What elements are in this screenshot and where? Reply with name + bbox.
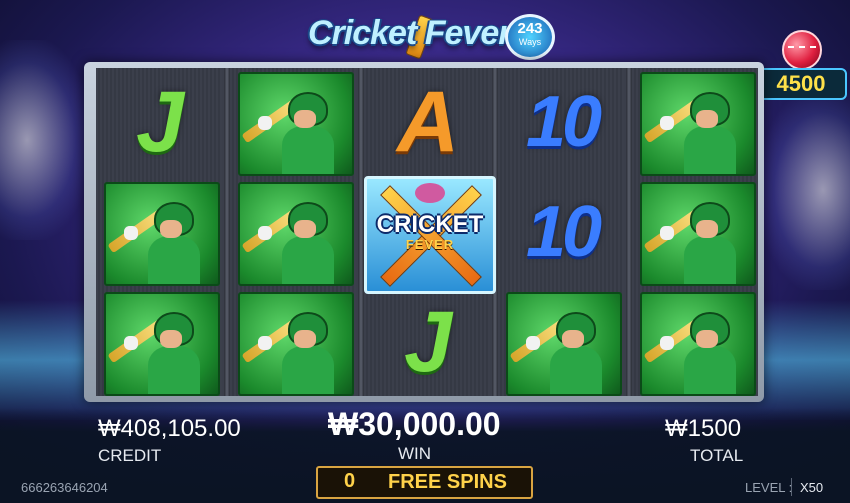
level-label: LEVEL : [745,480,793,495]
ball-counter-value: 4500 [755,68,847,100]
symbol-wild-cricket-fever: CRICKET FEVER [364,176,496,294]
total-bet-value[interactable]: ₩1500 [665,415,741,443]
wild-text-line1: CRICKET [376,211,484,238]
symbol-batsman [506,292,622,396]
wild-text-line2: FEVER [405,237,455,252]
credit-label: CREDIT [98,446,162,465]
symbol-10: 10 [525,82,602,162]
credit-value: ₩408,105.00 [98,415,241,442]
level-value: X50 [800,480,824,495]
symbol-batsman [640,292,756,396]
free-spins-count: 0 [344,470,356,492]
win-label: WIN [398,444,432,463]
game-title: Cricket Fever [308,14,511,52]
cricket-ball-icon [782,30,822,70]
game-logo: Cricket Fever 243 Ways [300,6,555,64]
symbol-a: A [396,73,460,170]
symbol-batsman [104,292,220,396]
free-spins-display: 0 FREE SPINS [316,466,533,499]
ball-counter: 4500 [755,30,847,102]
symbol-batsman [640,182,756,286]
stadium-light-left [0,40,90,240]
free-spins-label: FREE SPINS [388,471,507,493]
symbol-batsman [640,72,756,176]
symbol-10: 10 [525,192,602,272]
stadium-light-right [760,90,850,290]
ways-number: 243 [517,20,543,37]
session-id: 666263646204 [21,480,108,495]
reel-frame: J A CRICKET FEVER J 10 10 [84,62,764,402]
symbol-j: J [404,293,452,390]
symbol-j: J [136,73,184,170]
symbol-batsman [104,182,220,286]
ways-label: Ways [518,37,542,47]
total-bet-label: TOTAL [690,446,744,465]
ways-badge: 243 Ways [505,14,555,60]
reel-area: J A CRICKET FEVER J 10 10 [96,68,758,396]
symbol-batsman [238,292,354,396]
symbol-batsman [238,182,354,286]
win-value: ₩30,000.00 [328,406,501,442]
symbol-batsman [238,72,354,176]
